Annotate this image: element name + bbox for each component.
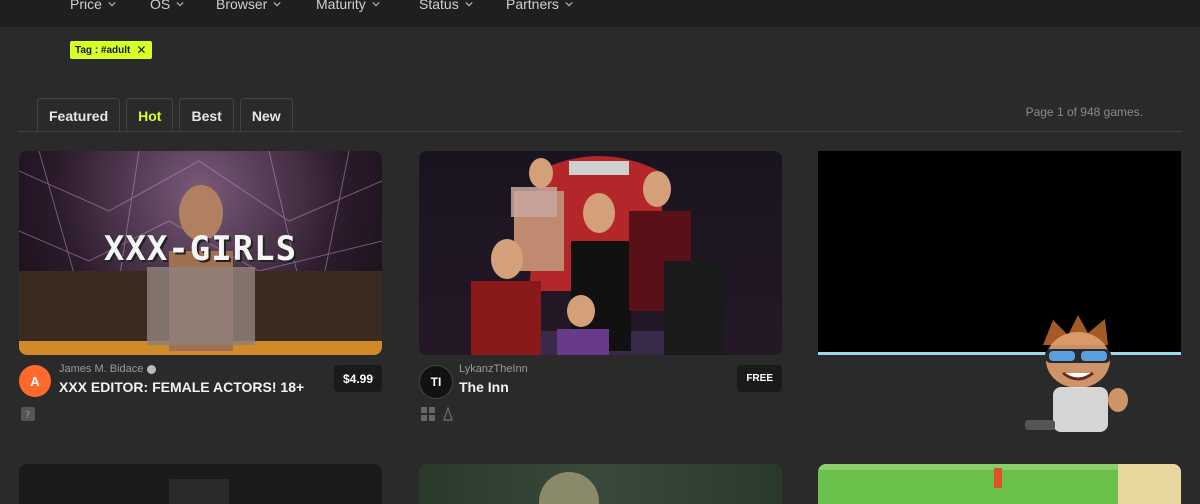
- remove-tag-icon[interactable]: ✕: [136, 43, 146, 57]
- filter-maturity[interactable]: Maturity: [316, 0, 380, 14]
- filter-bar: Price OS Browser Maturity Status Partner…: [0, 0, 1200, 27]
- platform-icons: [421, 407, 455, 421]
- game-card: [818, 151, 1181, 432]
- tab-divider: [18, 131, 1182, 132]
- game-author[interactable]: James M. Bidace: [59, 363, 157, 375]
- game-thumbnail[interactable]: [419, 151, 782, 355]
- game-title[interactable]: XXX EDITOR: FEMALE ACTORS! 18+: [59, 379, 304, 395]
- chevron-down-icon: [565, 1, 573, 7]
- game-author[interactable]: LykanzTheInn: [459, 363, 528, 375]
- chevron-down-icon: [465, 1, 473, 7]
- avatar[interactable]: TI: [419, 365, 453, 399]
- mascot-icon: [1025, 315, 1128, 432]
- price-badge[interactable]: FREE: [737, 365, 782, 392]
- game-thumbnail[interactable]: XXX-GIRLS: [19, 151, 382, 355]
- game-thumbnail[interactable]: [19, 464, 382, 504]
- platform-icons: ?: [21, 407, 35, 421]
- sort-tabs: Featured Hot Best New: [37, 98, 293, 132]
- tab-new[interactable]: New: [239, 98, 293, 132]
- game-title[interactable]: The Inn: [459, 379, 509, 395]
- filter-browser[interactable]: Browser: [216, 0, 282, 14]
- thumbnail-title-text: XXX-GIRLS: [103, 229, 298, 269]
- tag-label: Tag : #adult: [75, 44, 131, 56]
- windows-icon: [421, 407, 435, 421]
- svg-text:?: ?: [25, 410, 30, 421]
- unknown-platform-icon: ?: [21, 407, 35, 421]
- game-thumbnail[interactable]: [818, 464, 1181, 504]
- chevron-down-icon: [273, 1, 282, 7]
- filter-partners[interactable]: Partners: [506, 0, 573, 14]
- chevron-down-icon: [372, 1, 380, 7]
- avatar[interactable]: A: [19, 365, 51, 397]
- thumbnail-art: [471, 156, 724, 355]
- page-info: Page 1 of 948 games.: [1025, 105, 1143, 119]
- game-card: XXX-GIRLS A James M. Bidace XXX EDITOR: …: [19, 151, 382, 425]
- tab-hot[interactable]: Hot: [126, 98, 174, 132]
- verified-icon: [147, 364, 157, 374]
- chevron-down-icon: [176, 1, 184, 7]
- tab-best[interactable]: Best: [179, 98, 234, 132]
- tab-featured[interactable]: Featured: [37, 98, 121, 132]
- thumbnail-art: [169, 479, 229, 504]
- thumbnail-art: [994, 468, 1002, 488]
- price-badge[interactable]: $4.99: [333, 365, 382, 392]
- filter-os[interactable]: OS: [150, 0, 184, 14]
- chevron-down-icon: [108, 1, 116, 7]
- game-card: TI LykanzTheInn The Inn FREE: [419, 151, 782, 425]
- game-thumbnail[interactable]: [419, 464, 782, 504]
- linux-icon: [443, 407, 453, 421]
- active-tag-chip: Tag : #adult ✕: [70, 41, 153, 59]
- thumbnail-art: [1118, 464, 1181, 504]
- filter-price[interactable]: Price: [70, 0, 116, 14]
- thumbnail-art: [539, 472, 599, 504]
- filter-status[interactable]: Status: [419, 0, 473, 14]
